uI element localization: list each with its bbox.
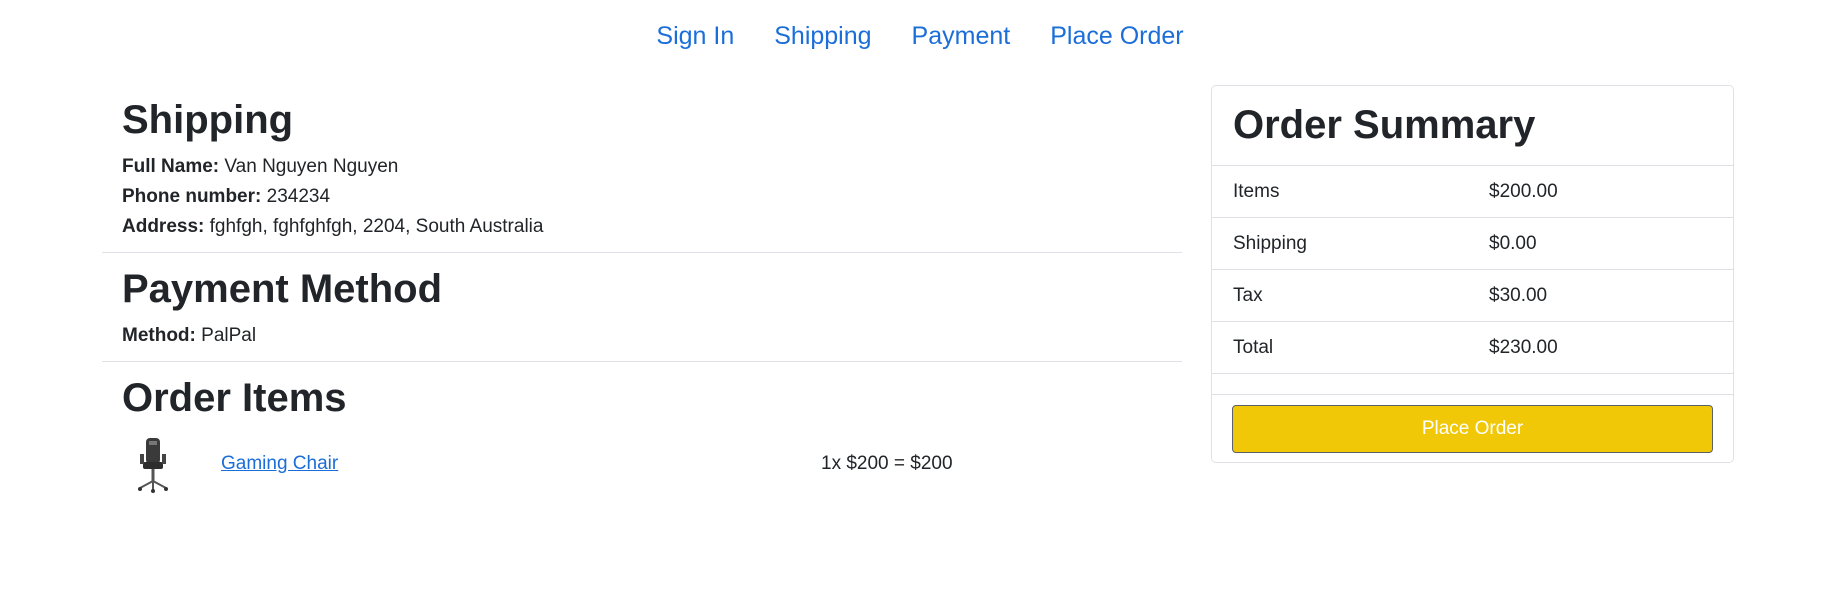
step-place-order[interactable]: Place Order: [1050, 22, 1183, 51]
summary-value: $30.00: [1489, 284, 1548, 306]
summary-row-total: Total $230.00: [1212, 322, 1733, 374]
item-price: 1x $200 = $200: [821, 453, 953, 474]
summary-label: Shipping: [1233, 232, 1307, 254]
item-name-link[interactable]: Gaming Chair: [221, 453, 821, 475]
step-payment[interactable]: Payment: [912, 22, 1011, 51]
place-order-button-wrap: Place Order: [1212, 395, 1733, 453]
phone-line: Phone number: 234234: [122, 182, 1162, 212]
full-name-label: Full Name:: [122, 156, 220, 177]
summary-label: Items: [1233, 180, 1280, 202]
section-divider: [102, 361, 1182, 362]
summary-value: $200.00: [1489, 180, 1558, 202]
method-label: Method:: [122, 325, 196, 346]
place-order-page: Sign In Shipping Payment Place Order Shi…: [0, 0, 1828, 607]
checkout-steps: Sign In Shipping Payment Place Order: [0, 22, 1828, 51]
section-divider: [102, 252, 1182, 253]
method-value: PalPal: [201, 325, 257, 346]
order-summary-card: Order Summary Items $200.00 Shipping $0.…: [1211, 85, 1734, 463]
shipping-section: Shipping Full Name: Van Nguyen Nguyen Ph…: [102, 98, 1182, 242]
summary-empty-row: [1212, 374, 1733, 395]
summary-label: Tax: [1233, 284, 1263, 306]
payment-section: Payment Method Method: PalPal: [102, 267, 1182, 351]
full-name-value: Van Nguyen Nguyen: [224, 156, 399, 177]
step-shipping[interactable]: Shipping: [774, 22, 871, 51]
full-name-line: Full Name: Van Nguyen Nguyen: [122, 152, 1162, 182]
payment-title: Payment Method: [122, 267, 443, 311]
order-item-row: Gaming Chair 1x $200 = $200: [122, 434, 1162, 494]
order-details: Shipping Full Name: Van Nguyen Nguyen Ph…: [102, 84, 1182, 494]
gaming-chair-image: [130, 434, 176, 494]
chair-icon: [138, 438, 168, 493]
phone-label: Phone number:: [122, 186, 262, 207]
summary-value: $0.00: [1489, 232, 1537, 254]
method-line: Method: PalPal: [122, 321, 1162, 351]
address-value: fghfgh, fghfghfgh, 2204, South Australia: [209, 216, 544, 237]
order-summary-title: Order Summary: [1212, 86, 1733, 166]
order-items-title: Order Items: [122, 376, 347, 420]
order-items-section: Order Items Gaming Chair 1x $200 = $200: [102, 376, 1182, 494]
summary-label: Total: [1233, 336, 1274, 358]
summary-row-items: Items $200.00: [1212, 166, 1733, 218]
summary-row-shipping: Shipping $0.00: [1212, 218, 1733, 270]
summary-value: $230.00: [1489, 336, 1558, 358]
address-label: Address:: [122, 216, 205, 237]
phone-value: 234234: [266, 186, 331, 207]
summary-row-tax: Tax $30.00: [1212, 270, 1733, 322]
place-order-button[interactable]: Place Order: [1232, 405, 1713, 453]
step-sign-in[interactable]: Sign In: [656, 22, 734, 51]
address-line: Address: fghfgh, fghfghfgh, 2204, South …: [122, 212, 1162, 242]
shipping-title: Shipping: [122, 98, 294, 142]
